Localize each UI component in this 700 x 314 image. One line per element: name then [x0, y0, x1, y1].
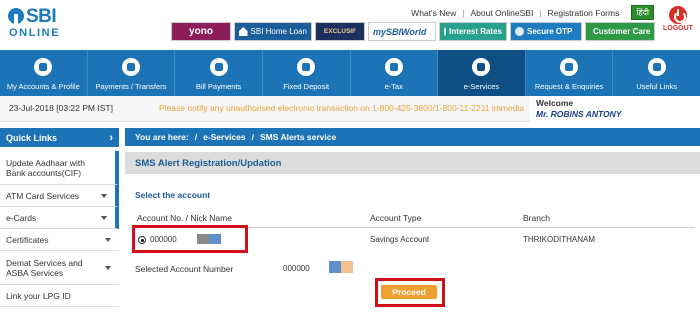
- links-icon: [647, 58, 666, 76]
- nav-my-accounts[interactable]: My Accounts & Profile: [0, 50, 88, 96]
- hindi-language-button[interactable]: हिंदी: [631, 5, 654, 20]
- customer-care-button[interactable]: Customer Care: [585, 22, 655, 41]
- nav-e-services[interactable]: e-Services: [438, 50, 526, 96]
- nav-request-enquiries[interactable]: Request & Enquiries: [526, 50, 614, 96]
- breadcrumb-separator: /: [194, 132, 198, 142]
- yono-banner[interactable]: yono: [171, 22, 231, 41]
- interest-rates-button[interactable]: Interest Rates: [439, 22, 507, 41]
- sbiworld-banner[interactable]: mySBIWorld: [368, 22, 436, 41]
- branch-name: THRIKODITHANAM: [523, 235, 595, 244]
- select-account-label: Select the account: [135, 190, 211, 200]
- sidebar-item-e-cards[interactable]: e-Cards: [0, 207, 119, 229]
- breadcrumb-separator: /: [251, 132, 254, 142]
- exclusif-banner[interactable]: EXCLUSIF: [315, 22, 365, 41]
- chevron-down-icon: [101, 193, 107, 198]
- proceed-button[interactable]: Proceed: [381, 285, 437, 299]
- selected-account-label: Selected Account Number: [135, 264, 234, 274]
- sidebar-item-update-aadhaar[interactable]: Update Aadhaar with Bank accounts(CIF): [0, 151, 119, 185]
- breadcrumb-e-services[interactable]: e-Services: [203, 132, 246, 142]
- chevron-down-icon: [101, 215, 107, 220]
- home-loan-banner[interactable]: SBI Home Loan: [234, 22, 312, 41]
- chevron-right-icon: ›: [109, 131, 113, 144]
- payments-icon: [121, 58, 140, 76]
- house-icon: [239, 27, 248, 36]
- main-content: You are here: / e-Services / SMS Alerts …: [125, 128, 700, 314]
- column-header-account: Account No. / Nick Name: [137, 213, 232, 223]
- nav-bill-payments[interactable]: Bill Payments: [175, 50, 263, 96]
- sbi-logo[interactable]: SBI ONLINE: [8, 6, 72, 42]
- logo-text: SBI: [26, 6, 57, 27]
- section-title: SMS Alert Registration/Updation: [125, 152, 700, 174]
- quick-links-header[interactable]: Quick Links ›: [0, 128, 119, 147]
- breadcrumb-sms-alerts: SMS Alerts service: [260, 132, 337, 142]
- header: SBI ONLINE What's New | About OnlineSBI …: [0, 0, 700, 48]
- sidebar-item-atm-card-services[interactable]: ATM Card Services: [0, 185, 119, 207]
- eservices-icon: [472, 58, 491, 76]
- selected-account-number: 000000: [283, 264, 310, 273]
- percent-icon: [444, 27, 447, 36]
- bill-icon: [209, 58, 228, 76]
- top-links: What's New | About OnlineSBI | Registrat…: [405, 5, 654, 20]
- chevron-down-icon: [105, 237, 111, 242]
- masked-digits: [329, 261, 341, 273]
- highlight-box: [132, 225, 248, 253]
- lock-icon: [515, 27, 524, 36]
- request-icon: [560, 58, 579, 76]
- sidebar-item-certificates[interactable]: Certificates: [0, 229, 119, 251]
- chevron-down-icon: [105, 265, 111, 270]
- main-nav: My Accounts & Profile Payments / Transfe…: [0, 50, 700, 96]
- deposit-icon: [297, 58, 316, 76]
- user-name: Mr. ROBINS ANTONY: [536, 109, 622, 119]
- fraud-notice-marquee: Please notify any unauthorised electroni…: [159, 103, 524, 113]
- column-header-account-type: Account Type: [370, 213, 422, 223]
- welcome-label: Welcome: [536, 98, 574, 108]
- login-datetime: 23-Jul-2018 [03:22 PM IST]: [9, 103, 113, 113]
- breadcrumb: You are here: / e-Services / SMS Alerts …: [125, 128, 700, 146]
- nav-fixed-deposit[interactable]: Fixed Deposit: [263, 50, 351, 96]
- promo-banners: yono SBI Home Loan EXCLUSIF mySBIWorld I…: [171, 22, 655, 41]
- masked-digits: [341, 261, 353, 273]
- logout-button[interactable]: LOGOUT: [662, 6, 694, 32]
- logo-subtext: ONLINE: [9, 27, 61, 39]
- whats-new-link[interactable]: What's New: [405, 8, 462, 18]
- quick-links-sidebar: Quick Links › Update Aadhaar with Bank a…: [0, 128, 119, 314]
- registration-forms-link[interactable]: Registration Forms: [542, 8, 626, 18]
- welcome-panel: Welcome Mr. ROBINS ANTONY: [530, 96, 700, 122]
- logout-label: LOGOUT: [663, 25, 693, 32]
- nav-useful-links[interactable]: Useful Links: [613, 50, 700, 96]
- about-onlinesbi-link[interactable]: About OnlineSBI: [464, 8, 539, 18]
- column-header-branch: Branch: [523, 213, 550, 223]
- power-icon: [669, 6, 687, 24]
- breadcrumb-prefix: You are here:: [135, 132, 189, 142]
- secure-otp-button[interactable]: Secure OTP: [510, 22, 582, 41]
- sbi-logo-icon: [8, 8, 24, 24]
- account-icon: [34, 58, 53, 76]
- tax-icon: [384, 58, 403, 76]
- sidebar-item-link-lpg-id[interactable]: Link your LPG ID: [0, 285, 119, 307]
- nav-payments-transfers[interactable]: Payments / Transfers: [88, 50, 176, 96]
- info-strip: 23-Jul-2018 [03:22 PM IST] Please notify…: [0, 96, 700, 122]
- account-type: Savings Account: [370, 235, 430, 244]
- nav-e-tax[interactable]: e-Tax: [351, 50, 439, 96]
- sidebar-item-demat-services[interactable]: Demat Services and ASBA Services: [0, 251, 119, 285]
